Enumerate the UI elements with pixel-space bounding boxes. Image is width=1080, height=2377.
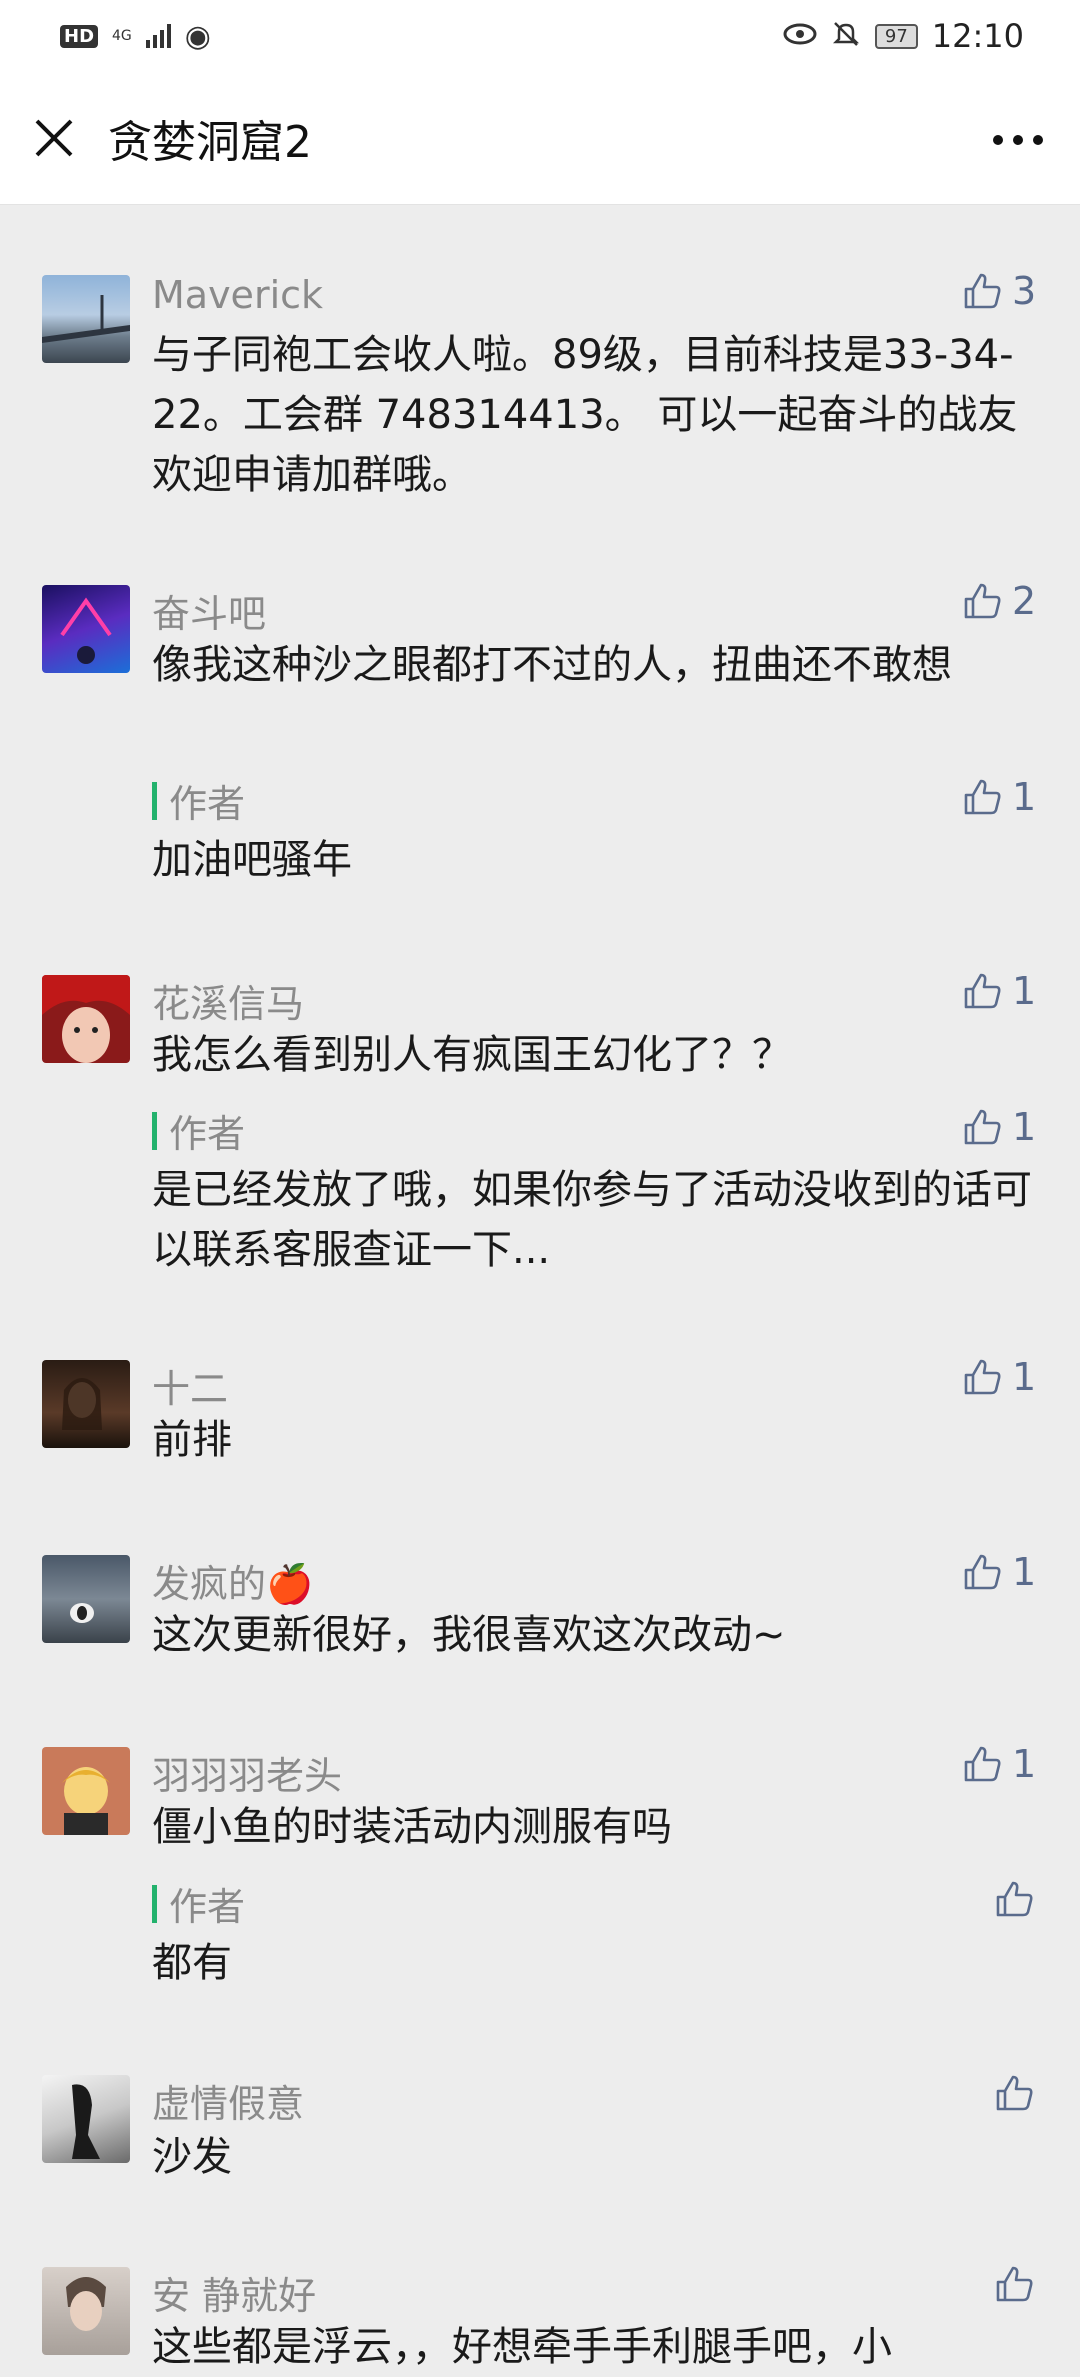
avatar[interactable]	[42, 1555, 130, 1643]
thumbs-up-icon	[964, 583, 1001, 619]
like-count: 1	[1012, 1742, 1037, 1786]
avatar[interactable]	[42, 585, 130, 673]
author-reply-label: 作者	[152, 773, 245, 828]
like-count: 3	[1012, 269, 1037, 313]
avatar[interactable]	[42, 2267, 130, 2355]
like-button[interactable]: 1	[960, 1355, 1036, 1399]
reply-text: 都有	[152, 1940, 232, 1986]
like-button[interactable]	[992, 2262, 1044, 2306]
author-label: 作者	[169, 782, 246, 826]
network-type: 4G	[112, 28, 132, 44]
reply-marker	[152, 1111, 157, 1150]
thumbs-up-icon	[964, 1746, 1001, 1782]
comment-text: 这次更新很好，我很喜欢这次改动~	[152, 1612, 786, 1658]
like-button[interactable]: 1	[960, 969, 1036, 1013]
commenter-name: 花溪信马	[152, 982, 305, 1026]
comment-text: 前排	[152, 1417, 232, 1463]
close-button[interactable]	[26, 110, 82, 166]
commenter-name: 十二	[152, 1367, 229, 1411]
comment-text: 与子同袍工会收人啦。89级，目前科技是33-34-22。工会群 74831441…	[152, 332, 1018, 498]
thumbs-up-icon	[996, 2266, 1033, 2302]
signal-icon	[145, 24, 171, 48]
like-count: 1	[1012, 1105, 1037, 1149]
commenter-name: 安 静就好	[152, 2274, 317, 2318]
author-reply-label: 作者	[152, 1103, 245, 1158]
reply-like-button[interactable]	[992, 1877, 1044, 1921]
like-button[interactable]: 1	[960, 1550, 1036, 1594]
like-count: 1	[1012, 775, 1037, 819]
like-count: 2	[1012, 579, 1037, 623]
thumbs-up-icon	[964, 1554, 1001, 1590]
comment-text: 像我这种沙之眼都打不过的人，扭曲还不敢想	[152, 642, 952, 688]
status-left: HD 4G ◉	[60, 19, 211, 54]
thumbs-up-icon	[996, 1881, 1033, 1917]
mute-icon	[831, 19, 861, 53]
more-dots-icon	[993, 135, 1043, 145]
avatar[interactable]	[42, 275, 130, 363]
reply-marker	[152, 1884, 157, 1923]
close-icon	[35, 119, 73, 157]
avatar[interactable]	[42, 2075, 130, 2163]
commenter-name: 虚情假意	[152, 2082, 305, 2126]
like-button[interactable]: 3	[960, 269, 1036, 313]
like-count: 1	[1012, 1550, 1037, 1594]
comment-text: 我怎么看到别人有疯国王幻化了？？	[152, 1032, 792, 1078]
like-count: 1	[1012, 969, 1037, 1013]
header-bar: 贪婪洞窟2	[0, 72, 1080, 205]
author-label: 作者	[169, 1112, 246, 1156]
thumbs-up-icon	[964, 779, 1001, 815]
avatar[interactable]	[42, 1360, 130, 1448]
hd-badge: HD	[60, 24, 99, 48]
commenter-name: 奋斗吧	[152, 592, 267, 636]
author-label: 作者	[169, 1885, 246, 1929]
thumbs-up-icon	[964, 1109, 1001, 1145]
reply-text: 是已经发放了哦，如果你参与了活动没收到的话可以联系客服查证一下...	[152, 1167, 1032, 1273]
thumbs-up-icon	[996, 2075, 1033, 2111]
comment-text: 僵小鱼的时装活动内测服有吗	[152, 1804, 672, 1850]
like-count: 1	[1012, 1355, 1037, 1399]
commenter-name: 发疯的🍎	[152, 1562, 314, 1606]
thumbs-up-icon	[964, 973, 1001, 1009]
status-bar: HD 4G ◉ 97 12:10	[0, 0, 1080, 72]
thumbs-up-icon	[964, 273, 1001, 309]
qq-icon: ◉	[184, 18, 211, 54]
commenter-name: 羽羽羽老头	[152, 1754, 343, 1798]
comment-text: 沙发	[152, 2134, 232, 2180]
commenter-name: Maverick	[152, 273, 324, 317]
author-reply-label: 作者	[152, 1876, 245, 1931]
reply-text: 加油吧骚年	[152, 837, 352, 883]
more-button[interactable]	[988, 112, 1048, 168]
avatar[interactable]	[42, 975, 130, 1063]
avatar[interactable]	[42, 1747, 130, 1835]
like-button[interactable]: 2	[960, 579, 1036, 623]
page-title: 贪婪洞窟2	[108, 117, 312, 168]
reply-marker	[152, 781, 157, 820]
battery-indicator: 97	[874, 23, 918, 49]
reply-like-button[interactable]: 1	[960, 1105, 1036, 1149]
like-button[interactable]	[992, 2071, 1044, 2115]
eye-icon	[783, 22, 817, 50]
reply-like-button[interactable]: 1	[960, 775, 1036, 819]
status-right: 97 12:10	[783, 17, 1024, 55]
like-button[interactable]: 1	[960, 1742, 1036, 1786]
thumbs-up-icon	[964, 1359, 1001, 1395]
comment-text: 这些都是浮云，，好想牵手手利腿手吧，小	[152, 2324, 892, 2370]
clock: 12:10	[931, 17, 1024, 55]
